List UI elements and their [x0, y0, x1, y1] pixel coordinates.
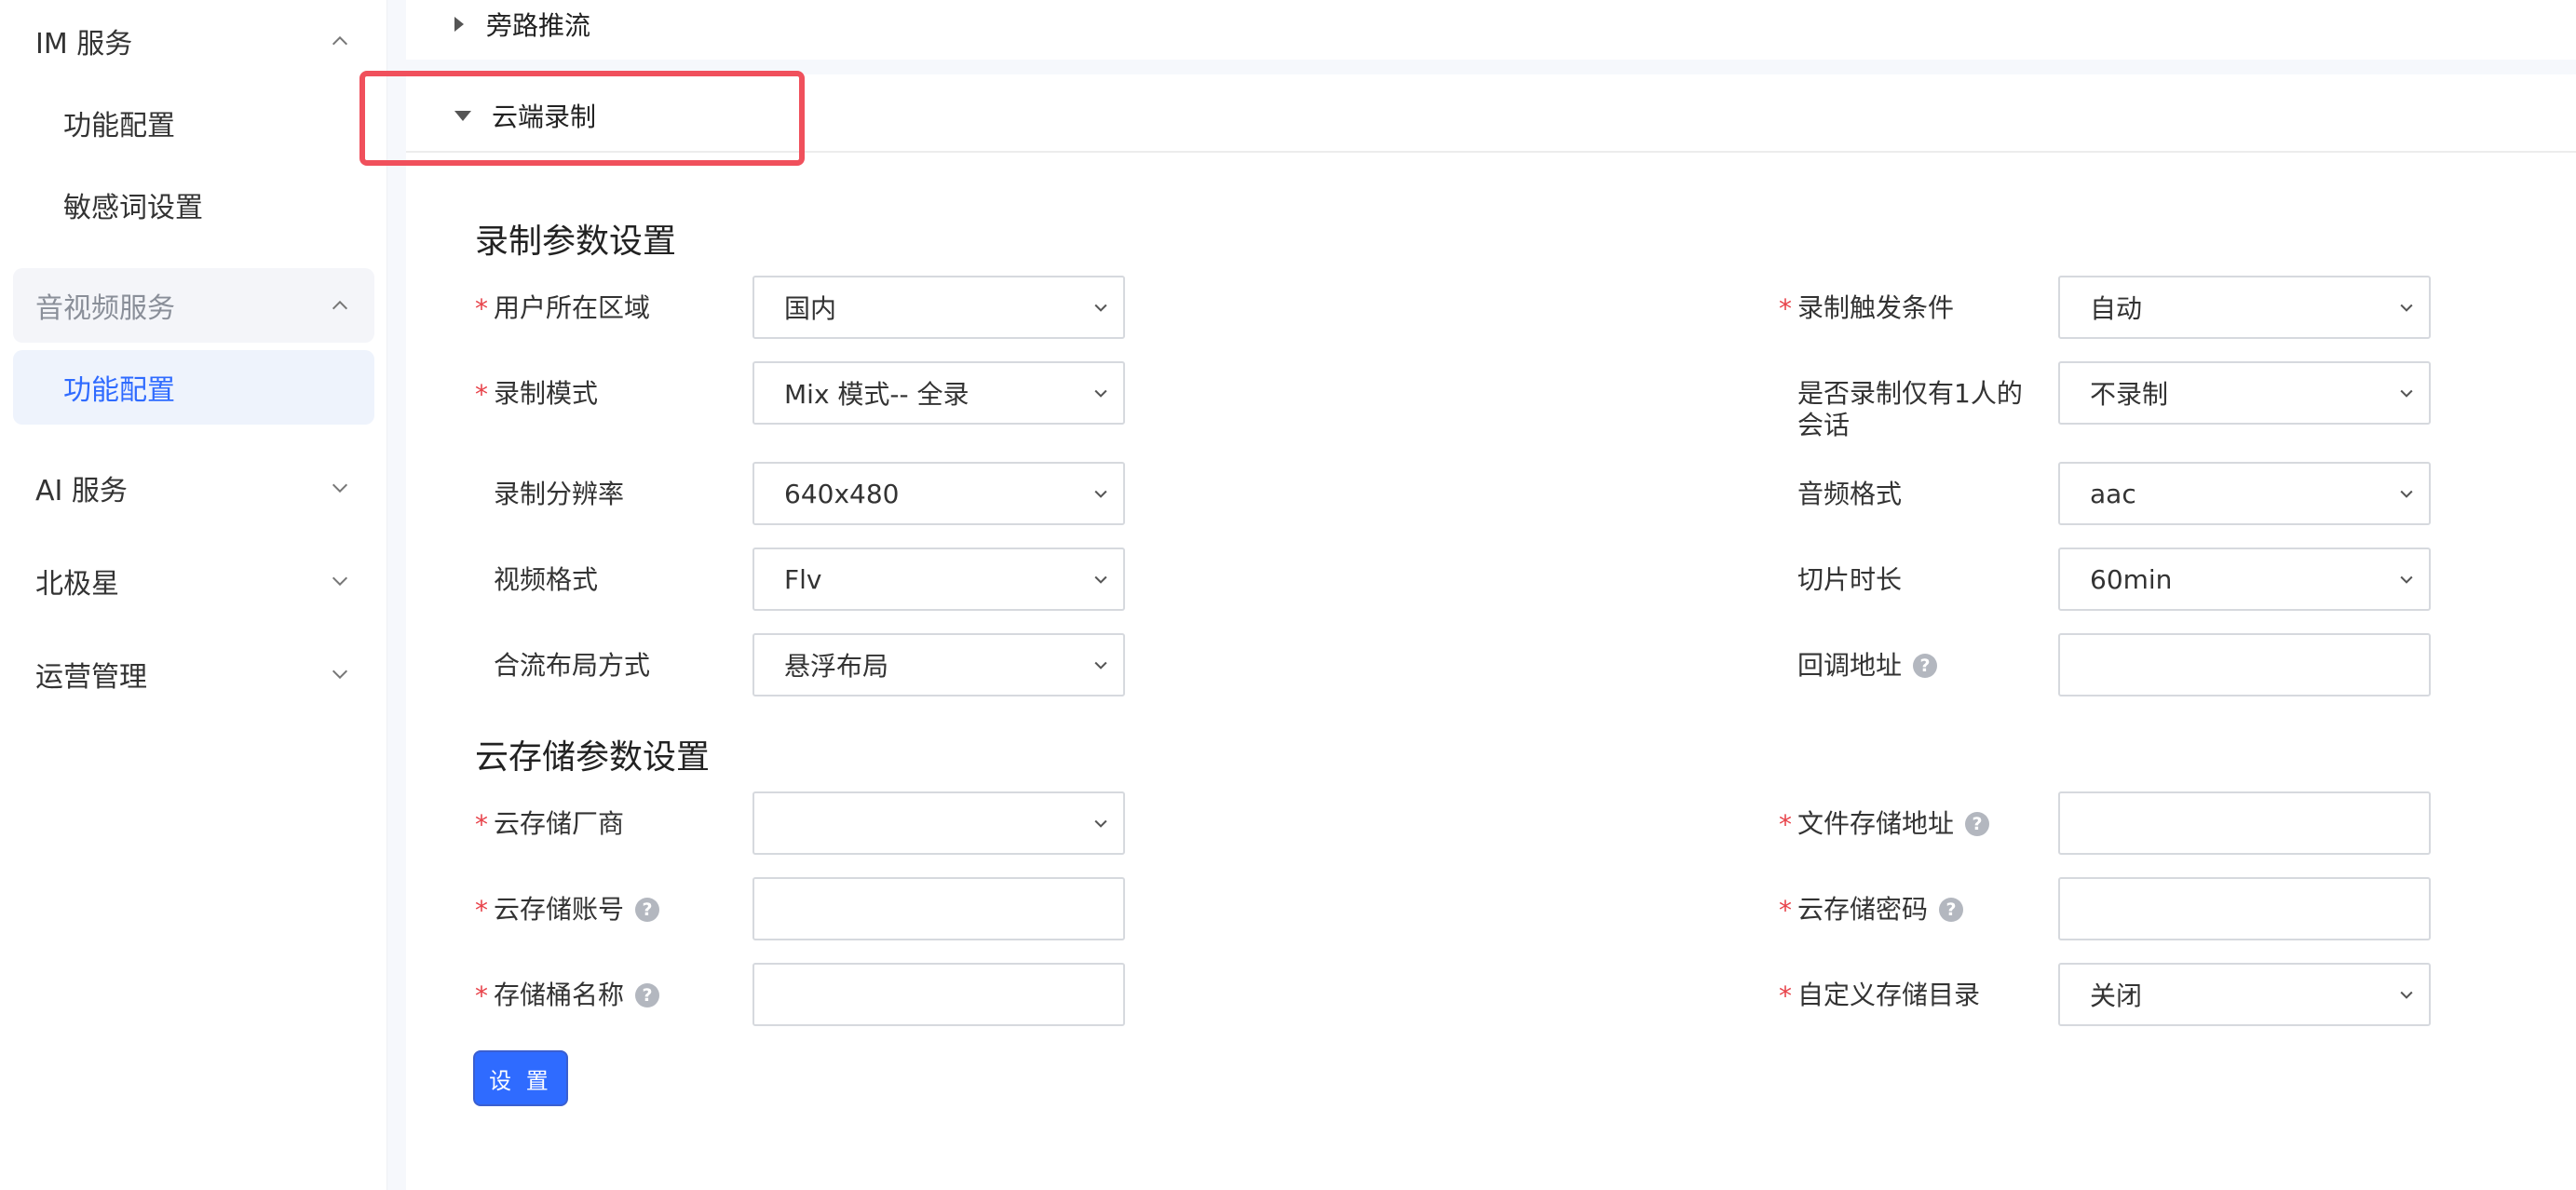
field-label-storage-password: * 云存储密码 ?	[1779, 894, 1964, 926]
record-single-person-select[interactable]: 不录制	[2058, 361, 2431, 425]
bucket-name-input[interactable]	[752, 963, 1125, 1026]
recording-section-title: 录制参数设置	[475, 223, 677, 261]
set-button[interactable]: 设 置	[473, 1050, 568, 1106]
bypass-stream-header[interactable]: 旁路推流	[454, 6, 590, 43]
chevron-down-icon	[1094, 575, 1107, 584]
chevron-down-icon	[332, 576, 348, 587]
chevron-down-icon	[1094, 819, 1107, 828]
video-format-select[interactable]: Flv	[752, 548, 1125, 611]
chevron-down-icon	[332, 669, 348, 680]
help-icon[interactable]: ?	[635, 898, 660, 922]
help-icon[interactable]: ?	[1965, 812, 1990, 836]
field-label-resolution: 录制分辨率	[494, 479, 625, 509]
sidebar-group-av-service[interactable]: 音视频服务	[13, 268, 374, 343]
chevron-down-icon	[2400, 575, 2413, 584]
sidebar-group-operations[interactable]: 运营管理	[13, 637, 374, 711]
chevron-down-icon	[1094, 661, 1107, 669]
sidebar-item-label: 功能配置	[63, 110, 175, 142]
chevron-down-icon	[1094, 490, 1107, 498]
field-label-callback-url: 回调地址 ?	[1797, 650, 1938, 682]
field-label-storage-vendor: * 云存储厂商	[475, 808, 625, 840]
chevron-up-icon	[332, 300, 348, 310]
sidebar-item-label: 功能配置	[63, 374, 175, 407]
required-mark: *	[1779, 809, 1792, 840]
file-storage-address-input[interactable]	[2058, 791, 2431, 855]
chevron-down-icon	[2400, 389, 2413, 398]
mix-layout-select[interactable]: 悬浮布局	[752, 633, 1125, 696]
field-label-segment-duration: 切片时长	[1797, 564, 1903, 595]
sidebar: IM 服务 功能配置 敏感词设置 音视频服务 功能配置 AI 服务 北极星 运营…	[0, 0, 387, 1190]
sidebar-group-label: 北极星	[35, 568, 119, 601]
field-label-audio-format: 音频格式	[1797, 479, 1903, 509]
caret-right-icon	[454, 17, 464, 32]
chevron-down-icon	[2400, 991, 2413, 999]
field-label-bucket-name: * 存储桶名称 ?	[475, 980, 660, 1011]
chevron-down-icon	[1094, 389, 1107, 398]
required-mark: *	[475, 379, 488, 410]
help-icon[interactable]: ?	[1939, 898, 1964, 922]
storage-account-input[interactable]	[752, 877, 1125, 940]
user-region-select[interactable]: 国内	[752, 276, 1125, 339]
required-mark: *	[475, 980, 488, 1011]
sidebar-group-im-service[interactable]: IM 服务	[13, 4, 374, 78]
required-mark: *	[1779, 293, 1792, 324]
custom-storage-dir-select[interactable]: 关闭	[2058, 963, 2431, 1026]
caret-down-icon	[454, 110, 471, 121]
help-icon[interactable]: ?	[635, 983, 660, 1007]
sidebar-group-label: IM 服务	[35, 28, 133, 61]
sidebar-item-sensitive-words[interactable]: 敏感词设置	[13, 168, 374, 242]
record-trigger-select[interactable]: 自动	[2058, 276, 2431, 339]
field-label-mix-layout: 合流布局方式	[494, 650, 651, 681]
sidebar-item-im-feature-config[interactable]: 功能配置	[13, 86, 374, 160]
cloud-recording-header[interactable]: 云端录制	[454, 97, 596, 134]
field-label-video-format: 视频格式	[494, 564, 599, 595]
required-mark: *	[475, 895, 488, 926]
resolution-select[interactable]: 640x480	[752, 462, 1125, 525]
callback-url-input[interactable]	[2058, 633, 2431, 696]
storage-password-input[interactable]	[2058, 877, 2431, 940]
field-label-record-mode: * 录制模式	[475, 378, 599, 410]
storage-section-title: 云存储参数设置	[475, 738, 711, 777]
field-label-custom-storage-dir: * 自定义存储目录	[1779, 980, 1981, 1011]
help-icon[interactable]: ?	[1913, 654, 1938, 678]
field-label-file-storage-address: * 文件存储地址 ?	[1779, 808, 1990, 840]
record-mode-select[interactable]: Mix 模式-- 全录	[752, 361, 1125, 425]
field-label-record-single-person: 是否录制仅有1人的会话	[1797, 378, 2023, 440]
field-label-record-trigger: * 录制触发条件	[1779, 292, 1955, 324]
required-mark: *	[1779, 980, 1792, 1011]
sidebar-group-label: AI 服务	[35, 475, 128, 507]
chevron-down-icon	[332, 483, 348, 494]
required-mark: *	[475, 809, 488, 840]
sidebar-item-av-feature-config[interactable]: 功能配置	[13, 350, 374, 425]
sidebar-group-polaris[interactable]: 北极星	[13, 544, 374, 618]
required-mark: *	[1779, 895, 1792, 926]
sidebar-group-label: 运营管理	[35, 661, 147, 694]
required-mark: *	[475, 293, 488, 324]
segment-duration-select[interactable]: 60min	[2058, 548, 2431, 611]
bypass-stream-title: 旁路推流	[486, 10, 591, 41]
storage-vendor-select[interactable]	[752, 791, 1125, 855]
chevron-down-icon	[2400, 304, 2413, 312]
chevron-down-icon	[1094, 304, 1107, 312]
sidebar-item-label: 敏感词设置	[63, 192, 203, 224]
sidebar-group-label: 音视频服务	[35, 292, 175, 325]
cloud-recording-title: 云端录制	[492, 101, 597, 132]
field-label-storage-account: * 云存储账号 ?	[475, 894, 660, 926]
sidebar-group-ai-service[interactable]: AI 服务	[13, 451, 374, 525]
bypass-stream-panel: 旁路推流	[406, 0, 2576, 60]
chevron-down-icon	[2400, 490, 2413, 498]
audio-format-select[interactable]: aac	[2058, 462, 2431, 525]
panel-divider	[406, 151, 2576, 153]
chevron-up-icon	[332, 35, 348, 46]
field-label-user-region: * 用户所在区域	[475, 292, 651, 324]
